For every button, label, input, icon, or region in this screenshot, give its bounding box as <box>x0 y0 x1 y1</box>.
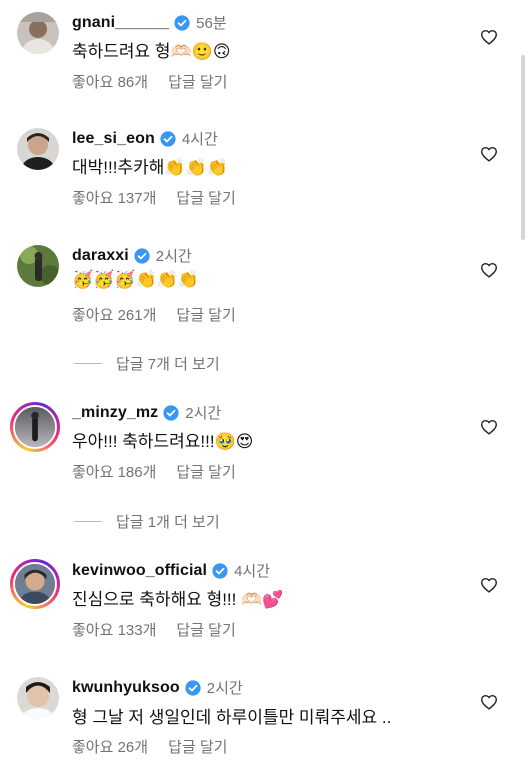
avatar-story-ring[interactable] <box>10 402 60 452</box>
verified-badge-icon <box>163 404 179 421</box>
username[interactable]: _minzy_mz <box>72 404 158 422</box>
timestamp: 2시간 <box>185 405 222 422</box>
username[interactable]: daraxxi <box>72 247 129 265</box>
username[interactable]: gnani______ <box>72 14 169 32</box>
divider-line <box>74 521 102 522</box>
verified-badge-icon <box>212 562 228 579</box>
view-replies-label: 답글 1개 더 보기 <box>116 514 220 531</box>
comment-text: 대박!!!추카해👏👏👏 <box>72 158 228 177</box>
comments-list: gnani______ 56분 축하드려요 형🫶🏻🙂🙃 좋아요 86개 답글 달… <box>0 0 530 764</box>
comment-text: 🥳🥳🥳👏👏👏 <box>72 270 200 289</box>
heart-outline-icon[interactable] <box>480 262 498 278</box>
heart-outline-icon[interactable] <box>480 419 498 435</box>
like-count[interactable]: 좋아요 86개 <box>72 71 148 92</box>
like-count[interactable]: 좋아요 137개 <box>72 187 156 208</box>
username[interactable]: kevinwoo_official <box>72 562 207 580</box>
reply-button[interactable]: 답글 달기 <box>168 736 227 757</box>
view-replies-label: 답글 7개 더 보기 <box>116 356 220 373</box>
divider-line <box>74 363 102 364</box>
timestamp: 2시간 <box>155 248 192 265</box>
view-more-replies-button[interactable]: 답글 1개 더 보기 <box>74 511 220 532</box>
heart-outline-icon[interactable] <box>480 694 498 710</box>
comment-text: 축하드려요 형🫶🏻🙂🙃 <box>72 42 231 61</box>
username[interactable]: lee_si_eon <box>72 130 155 148</box>
timestamp: 2시간 <box>206 680 243 697</box>
reply-button[interactable]: 답글 달기 <box>176 304 235 325</box>
comment-text: 우아!!! 축하드려요!!!🥹😍 <box>72 432 254 451</box>
avatar-story-ring[interactable] <box>10 559 60 609</box>
reply-button[interactable]: 답글 달기 <box>176 619 235 640</box>
heart-outline-icon[interactable] <box>480 146 498 162</box>
username[interactable]: kwunhyuksoo <box>72 679 180 697</box>
timestamp: 56분 <box>196 15 227 32</box>
like-count[interactable]: 좋아요 26개 <box>72 736 148 757</box>
comment-text: 형 그날 저 생일인데 하루이틀만 미뤄주세요 .. <box>72 708 392 727</box>
timestamp: 4시간 <box>234 563 271 580</box>
reply-button[interactable]: 답글 달기 <box>176 187 235 208</box>
like-count[interactable]: 좋아요 261개 <box>72 304 156 325</box>
comment-text: 진심으로 축하해요 형!!! 🫶🏻💕 <box>72 590 284 609</box>
scrollbar[interactable] <box>521 55 525 240</box>
timestamp: 4시간 <box>181 131 218 148</box>
avatar[interactable] <box>17 128 59 170</box>
avatar <box>13 562 57 606</box>
like-count[interactable]: 좋아요 186개 <box>72 461 156 482</box>
verified-badge-icon <box>160 130 176 147</box>
heart-outline-icon[interactable] <box>480 577 498 593</box>
avatar[interactable] <box>17 12 59 54</box>
verified-badge-icon <box>174 14 190 31</box>
avatar[interactable] <box>17 677 59 719</box>
view-more-replies-button[interactable]: 답글 7개 더 보기 <box>74 353 220 374</box>
reply-button[interactable]: 답글 달기 <box>176 461 235 482</box>
verified-badge-icon <box>134 247 150 264</box>
avatar <box>13 405 57 449</box>
heart-outline-icon[interactable] <box>480 29 498 45</box>
avatar[interactable] <box>17 245 59 287</box>
reply-button[interactable]: 답글 달기 <box>168 71 227 92</box>
verified-badge-icon <box>185 679 201 696</box>
like-count[interactable]: 좋아요 133개 <box>72 619 156 640</box>
